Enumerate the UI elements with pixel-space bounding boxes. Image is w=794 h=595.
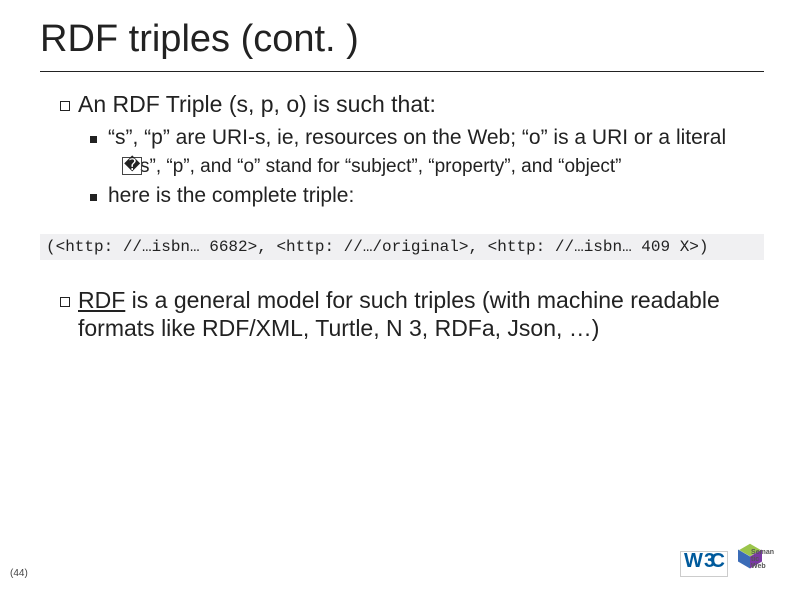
filled-square-icon — [90, 125, 108, 151]
footer-logos: W 3 C Seman tic Web — [680, 545, 772, 583]
bullet-level-1: An RDF Triple (s, p, o) is such that: — [60, 86, 754, 123]
rdf-link[interactable]: RDF — [78, 287, 125, 313]
slide-body: An RDF Triple (s, p, o) is such that: “s… — [0, 72, 794, 212]
slide: RDF triples (cont. ) An RDF Triple (s, p… — [0, 0, 794, 595]
slide-title: RDF triples (cont. ) — [0, 0, 794, 71]
bullet-level-1: RDF is a general model for such triples … — [60, 282, 754, 348]
semantic-web-text: Seman tic Web — [751, 549, 774, 570]
slide-body-lower: RDF is a general model for such triples … — [0, 282, 794, 348]
bullet-text: “s”, “p” are URI-s, ie, resources on the… — [108, 125, 726, 151]
bullet-level-2: “s”, “p” are URI-s, ie, resources on the… — [60, 123, 754, 153]
slide-number: (44) — [10, 568, 28, 579]
bullet-text-rest: is a general model for such triples (wit… — [78, 287, 720, 342]
semantic-web-logo: Seman tic Web — [734, 545, 772, 583]
bullet-text: here is the complete triple: — [108, 183, 354, 209]
bullet-text: RDF is a general model for such triples … — [78, 286, 754, 344]
replacement-char-icon: � — [122, 155, 140, 179]
w3c-logo: W 3 C — [680, 551, 728, 577]
w3c-c: C — [711, 550, 725, 573]
bullet-level-2: here is the complete triple: — [60, 181, 754, 211]
bullet-text: s”, “p”, and “o” stand for “subject”, “p… — [140, 155, 622, 179]
filled-square-icon — [90, 183, 108, 209]
w3c-w: W — [684, 550, 703, 573]
bullet-text: An RDF Triple (s, p, o) is such that: — [78, 90, 436, 119]
hollow-square-icon — [60, 287, 78, 345]
hollow-square-icon — [60, 91, 78, 120]
bullet-level-3: � s”, “p”, and “o” stand for “subject”, … — [60, 153, 754, 181]
code-triple: (<http: //…isbn… 6682>, <http: //…/origi… — [40, 234, 764, 260]
